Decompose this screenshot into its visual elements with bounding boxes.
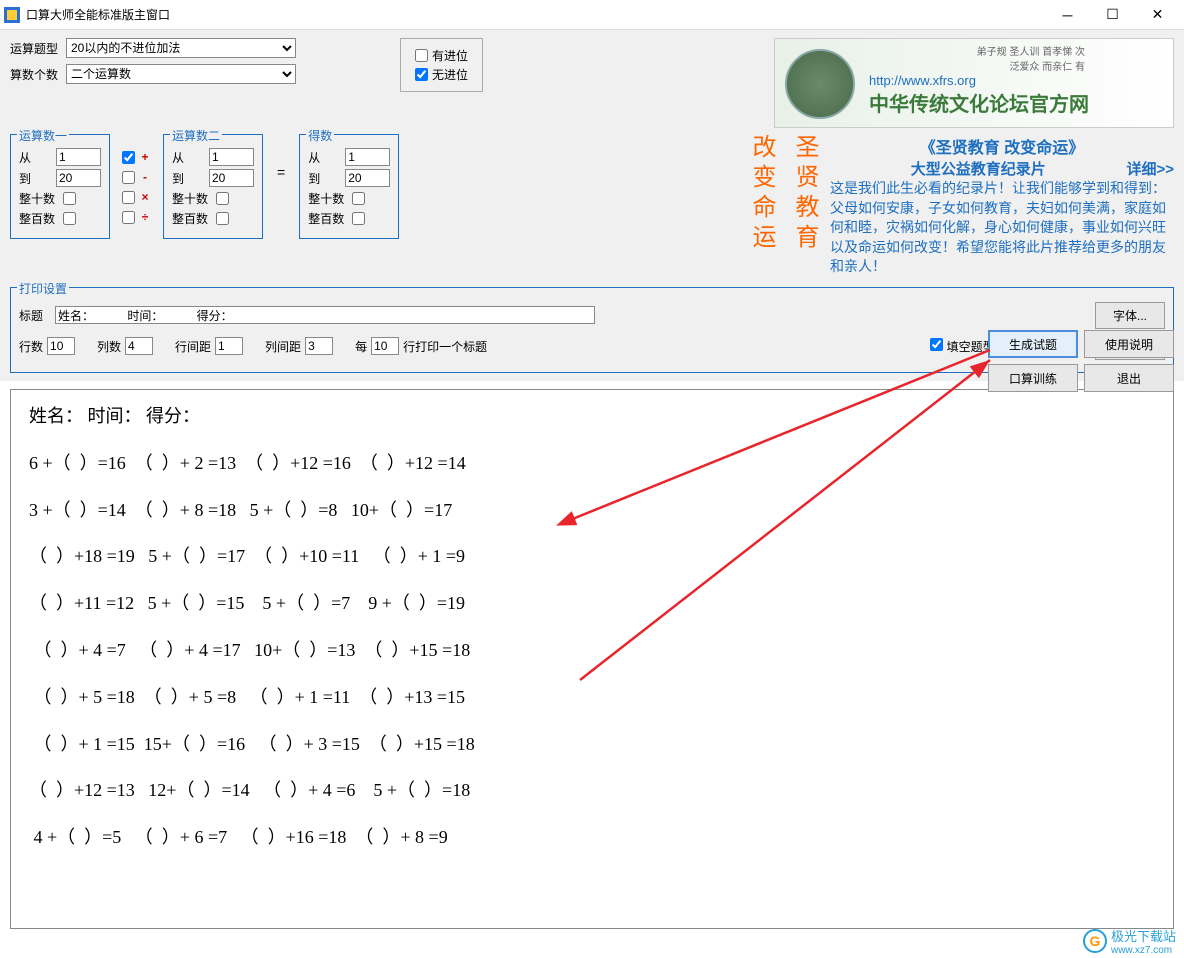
op-divide[interactable] (122, 211, 135, 224)
result-group: 得数 从 到 整十数 整百数 (299, 134, 399, 239)
res-from[interactable] (345, 148, 390, 166)
rowgap-input[interactable] (215, 337, 243, 355)
per-input[interactable] (371, 337, 399, 355)
op2-from[interactable] (209, 148, 254, 166)
carry-group: 有进位 无进位 (400, 38, 483, 92)
question-row: （ ）+ 1 =15 15+（ ）=16 （ ）+ 3 =15 （ ）+15 =… (29, 730, 1155, 759)
res-hundreds[interactable] (352, 212, 365, 225)
operand2-group: 运算数二 从 到 整十数 整百数 (163, 134, 263, 239)
op-minus[interactable] (122, 171, 135, 184)
titlebar: 口算大师全能标准版主窗口 ─ ☐ ✕ (0, 0, 1184, 30)
question-row: （ ）+11 =12 5 +（ ）=15 5 +（ ）=7 9 +（ ）=19 (29, 589, 1155, 618)
exit-button[interactable]: 退出 (1084, 364, 1174, 392)
operand1-group: 运算数一 从 到 整十数 整百数 (10, 134, 110, 239)
op1-to[interactable] (56, 169, 101, 187)
carry-opt2[interactable]: 无进位 (415, 66, 468, 83)
question-row: （ ）+ 5 =18 （ ）+ 5 =8 （ ）+ 1 =11 （ ）+13 =… (29, 683, 1155, 712)
output-header: 姓名： 时间： 得分： (29, 402, 1155, 431)
question-row: 3 +（ ）=14 （ ）+ 8 =18 5 +（ ）=8 10+（ ）=17 (29, 496, 1155, 525)
question-row: （ ）+18 =19 5 +（ ）=17 （ ）+10 =11 （ ）+ 1 =… (29, 542, 1155, 571)
help-button[interactable]: 使用说明 (1084, 330, 1174, 358)
blank-checkbox[interactable]: 填空题型 (930, 338, 994, 355)
minimize-button[interactable]: ─ (1045, 1, 1090, 29)
op1-tens[interactable] (63, 192, 76, 205)
type-select[interactable]: 20以内的不进位加法 (66, 38, 296, 58)
question-row: （ ）+ 4 =7 （ ）+ 4 =17 10+（ ）=13 （ ）+15 =1… (29, 636, 1155, 665)
confucius-avatar (785, 49, 855, 119)
op2-hundreds[interactable] (216, 212, 229, 225)
detail-link[interactable]: 详细>> (1126, 158, 1174, 179)
close-button[interactable]: ✕ (1135, 1, 1180, 29)
generate-button[interactable]: 生成试题 (988, 330, 1078, 358)
question-row: 4 +（ ）=5 （ ）+ 6 =7 （ ）+16 =18 （ ）+ 8 =9 (29, 823, 1155, 852)
count-select[interactable]: 二个运算数 (66, 64, 296, 84)
question-row: （ ）+12 =13 12+（ ）=14 （ ）+ 4 =6 5 +（ ）=18 (29, 776, 1155, 805)
equals-sign: = (271, 134, 291, 210)
op2-tens[interactable] (216, 192, 229, 205)
res-to[interactable] (345, 169, 390, 187)
action-buttons: 生成试题 使用说明 口算训练 退出 (988, 330, 1174, 392)
window-title: 口算大师全能标准版主窗口 (26, 6, 1045, 23)
banner-slogan: 中华传统文化论坛官方网 (869, 88, 1089, 117)
cols-input[interactable] (125, 337, 153, 355)
banner[interactable]: 弟子规 圣人训 首孝悌 次 泛爱众 而亲仁 有 http://www.xfrs.… (774, 38, 1174, 128)
watermark-logo-icon: G (1083, 929, 1107, 953)
op2-to[interactable] (209, 169, 254, 187)
watermark: G 极光下载站 www.xz7.com (1083, 926, 1176, 956)
promo-panel: 改变命运 圣贤教育 《圣贤教育 改变命运》 大型公益教育纪录片 详细>> 这是我… (744, 134, 1174, 277)
op1-from[interactable] (56, 148, 101, 166)
carry-opt1[interactable]: 有进位 (415, 47, 468, 64)
res-tens[interactable] (352, 192, 365, 205)
app-icon (4, 7, 20, 23)
question-row: 6 +（ ）=16 （ ）+ 2 =13 （ ）+12 =16 （ ）+12 =… (29, 449, 1155, 478)
count-label: 算数个数 (10, 66, 66, 83)
rows-input[interactable] (47, 337, 75, 355)
train-button[interactable]: 口算训练 (988, 364, 1078, 392)
operator-group: + - × ÷ (118, 134, 155, 240)
op1-hundreds[interactable] (63, 212, 76, 225)
colgap-input[interactable] (305, 337, 333, 355)
font-button[interactable]: 字体... (1095, 302, 1165, 329)
output-area[interactable]: 姓名： 时间： 得分： 6 +（ ）=16 （ ）+ 2 =13 （ ）+12 … (10, 389, 1174, 929)
title-input[interactable] (55, 306, 595, 324)
op-plus[interactable] (122, 151, 135, 164)
type-label: 运算题型 (10, 40, 66, 57)
op-times[interactable] (122, 191, 135, 204)
maximize-button[interactable]: ☐ (1090, 1, 1135, 29)
banner-url[interactable]: http://www.xfrs.org (869, 73, 1089, 88)
